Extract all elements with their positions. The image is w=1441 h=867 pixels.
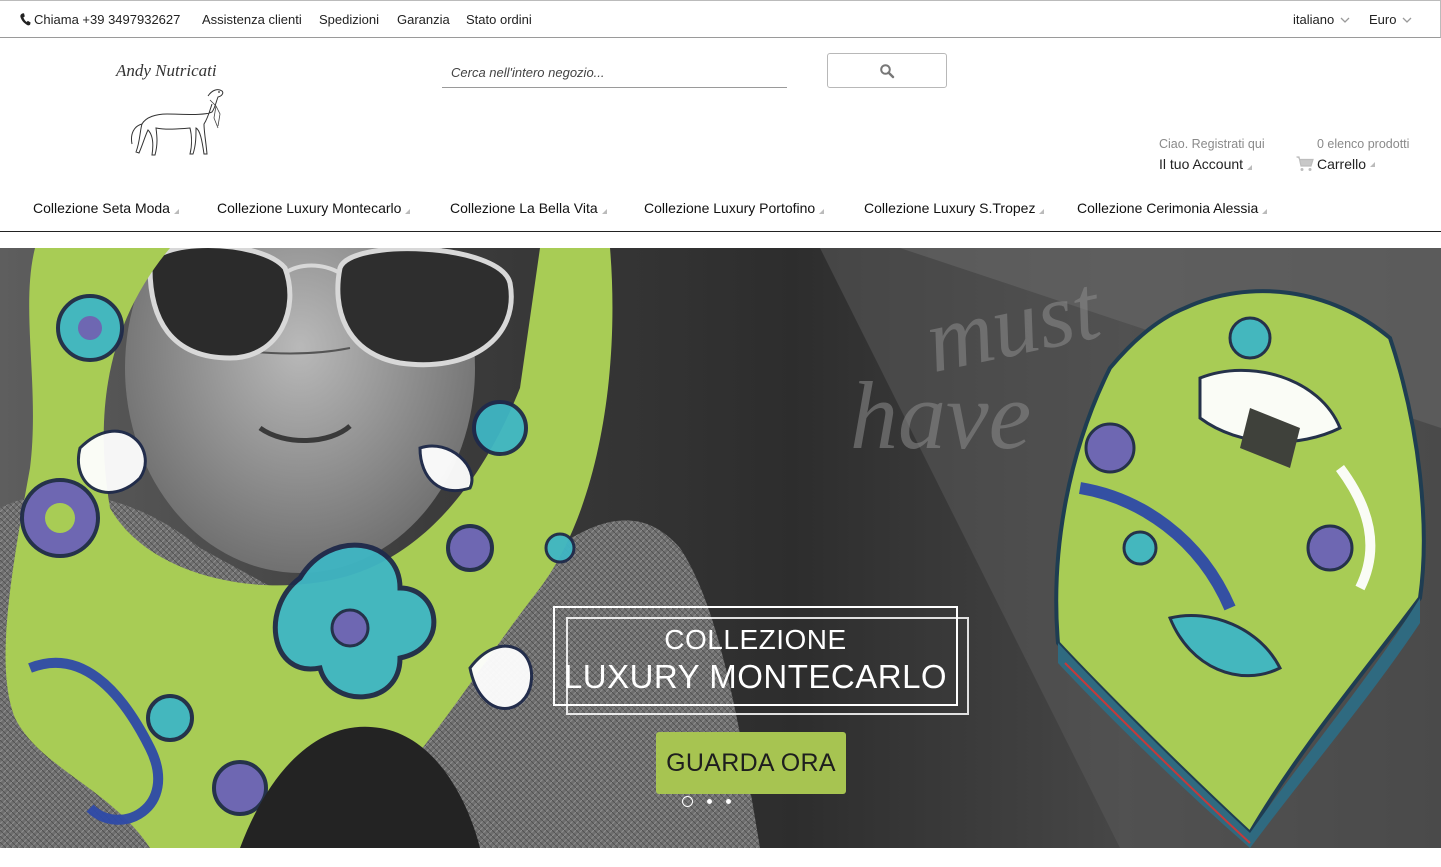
hero-title-line2: LUXURY MONTECARLO: [563, 658, 948, 695]
chevron-down-icon: [1403, 17, 1412, 23]
wishlist-count: 0 elenco prodotti: [1317, 137, 1410, 151]
hero-watermark-text: have: [850, 362, 1031, 469]
account-label: Il tuo Account: [1159, 156, 1244, 172]
dropdown-triangle-icon: [173, 209, 179, 214]
topbar-link-stato-ordini[interactable]: Stato ordini: [466, 12, 532, 27]
logo-script-text: Andy Nutricati: [115, 61, 217, 80]
nav-item-luxury-stropez[interactable]: Collezione Luxury S.Tropez: [864, 200, 1045, 216]
slider-pagination: [682, 796, 731, 807]
dropdown-triangle-icon: [819, 209, 825, 214]
topbar-link-garanzia[interactable]: Garanzia: [397, 12, 450, 27]
hero-title-box: COLLEZIONE LUXURY MONTECARLO: [553, 606, 958, 706]
dropdown-triangle-icon: [405, 209, 411, 214]
currency-select[interactable]: Euro: [1369, 12, 1412, 27]
search-button[interactable]: [827, 53, 947, 88]
phone-icon: [20, 13, 31, 26]
slider-dot-2[interactable]: [707, 799, 712, 804]
nav-item-la-bella-vita[interactable]: Collezione La Bella Vita: [450, 200, 607, 216]
brand-logo[interactable]: Andy Nutricati: [112, 56, 252, 164]
top-bar: Chiama +39 3497932627 Assistenza clienti…: [0, 0, 1441, 38]
dropdown-triangle-icon: [1262, 209, 1268, 214]
dropdown-triangle-icon: [1370, 161, 1376, 167]
slider-dot-3[interactable]: [726, 799, 731, 804]
language-value: italiano: [1293, 12, 1335, 27]
nav-item-label: Collezione Luxury Portofino: [644, 200, 816, 216]
main-navigation: Collezione Seta Moda Collezione Luxury M…: [0, 190, 1441, 232]
search-input[interactable]: [442, 57, 787, 88]
hero-slider[interactable]: must have COLLEZIONE LUXURY MONTECARLO G…: [0, 248, 1441, 848]
cart-icon: [1296, 156, 1314, 171]
slider-dot-1[interactable]: [682, 796, 693, 807]
greyhound-logo-icon: Andy Nutricati: [115, 61, 224, 156]
language-select[interactable]: italiano: [1293, 12, 1350, 27]
nav-item-label: Collezione La Bella Vita: [450, 200, 598, 216]
currency-value: Euro: [1369, 12, 1397, 27]
phone-contact[interactable]: Chiama +39 3497932627: [20, 12, 180, 27]
nav-item-label: Collezione Seta Moda: [33, 200, 170, 216]
hero-title-line1: COLLEZIONE: [664, 624, 847, 655]
guarda-ora-button[interactable]: GUARDA ORA: [656, 732, 846, 794]
nav-item-seta-moda[interactable]: Collezione Seta Moda: [33, 200, 179, 216]
dropdown-triangle-icon: [1039, 209, 1045, 214]
nav-item-label: Collezione Cerimonia Alessia: [1077, 200, 1259, 216]
cart-label: Carrello: [1317, 156, 1367, 172]
dropdown-triangle-icon: [1247, 165, 1253, 170]
phone-label: Chiama +39 3497932627: [34, 12, 181, 27]
dropdown-triangle-icon: [601, 209, 607, 214]
topbar-link-assistenza[interactable]: Assistenza clienti: [202, 12, 302, 27]
nav-item-luxury-montecarlo[interactable]: Collezione Luxury Montecarlo: [217, 200, 411, 216]
nav-item-cerimonia-alessia[interactable]: Collezione Cerimonia Alessia: [1077, 200, 1268, 216]
account-link[interactable]: Ciao. Registrati qui Il tuo Account: [1159, 137, 1265, 172]
chevron-down-icon: [1340, 17, 1350, 23]
search-icon: [880, 63, 895, 78]
account-greeting: Ciao. Registrati qui: [1159, 137, 1265, 151]
topbar-link-spedizioni[interactable]: Spedizioni: [319, 12, 379, 27]
nav-item-luxury-portofino[interactable]: Collezione Luxury Portofino: [644, 200, 825, 216]
cart-link[interactable]: 0 elenco prodotti Carrello: [1296, 137, 1409, 172]
nav-item-label: Collezione Luxury S.Tropez: [864, 200, 1036, 216]
nav-item-label: Collezione Luxury Montecarlo: [217, 200, 402, 216]
